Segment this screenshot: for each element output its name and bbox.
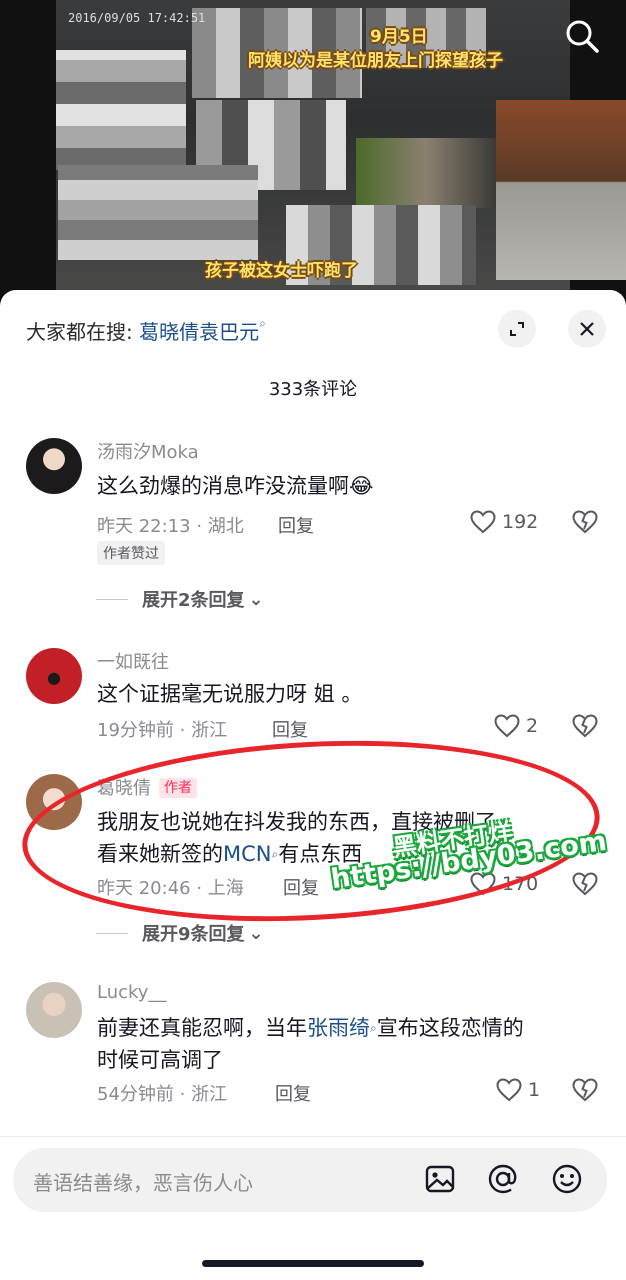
divider [0, 1136, 626, 1137]
avatar[interactable] [26, 438, 82, 494]
heart-icon [494, 714, 520, 738]
video-caption-top: 阿姨以为是某位朋友上门探望孩子 [248, 51, 503, 71]
dislike-icon[interactable] [572, 1078, 598, 1102]
person-link[interactable]: 张雨绮 [307, 1016, 370, 1040]
avatar[interactable] [26, 982, 82, 1038]
close-button[interactable] [568, 310, 606, 348]
expand-replies-label: 展开2条回复 [142, 590, 245, 611]
video-caption-date: 9月5日 [370, 27, 428, 47]
reply-button[interactable]: 回复 [275, 1080, 311, 1106]
hot-search-label: 大家都在搜: [26, 320, 133, 344]
divider-line [96, 932, 128, 934]
home-indicator[interactable] [202, 1260, 424, 1267]
comment-text-line2: 时候可高调了 [97, 1048, 223, 1072]
red-circle-annotation [17, 726, 605, 936]
video-scene-center [356, 138, 496, 208]
like-button[interactable]: 2 [494, 714, 538, 738]
video-timestamp: 2016/09/05 17:42:51 [68, 11, 206, 25]
video-caption-bottom: 孩子被这女士吓跑了 [205, 261, 358, 281]
expand-icon [510, 322, 524, 336]
text-segment: 宣布这段恋情的 [376, 1016, 524, 1040]
reply-button[interactable]: 回复 [272, 716, 308, 742]
mosaic-block [56, 50, 186, 170]
expand-replies-label: 展开9条回复 [142, 924, 245, 945]
comment-sheet: 大家都在搜: 葛晓倩袁巴元⌕ 333条评论 汤雨汐Moka 这么劲爆的消息咋没流… [0, 290, 626, 1280]
emoji-icon[interactable] [550, 1162, 584, 1196]
image-icon[interactable] [423, 1162, 457, 1196]
search-mini-icon: ⌕ [259, 316, 266, 330]
avatar[interactable] [26, 648, 82, 704]
chevron-down-icon: ⌄ [248, 588, 264, 610]
search-icon[interactable] [562, 16, 602, 56]
expand-button[interactable] [498, 310, 536, 348]
comment-text: 这么劲爆的消息咋没流量啊😂 [97, 474, 374, 498]
hot-search-bar[interactable]: 大家都在搜: 葛晓倩袁巴元⌕ [26, 316, 266, 345]
comment-meta: 19分钟前 · 浙江 [97, 720, 228, 741]
mosaic-block [58, 165, 258, 260]
expand-replies-button[interactable]: 展开9条回复 ⌄ [96, 920, 264, 946]
heart-icon [496, 1078, 522, 1102]
chevron-down-icon: ⌄ [248, 922, 264, 944]
comment-username[interactable]: Lucky__ [97, 982, 166, 1003]
comment-text: 这个证据毫无说服力呀 姐 。 [97, 682, 363, 706]
hot-search-keyword[interactable]: 葛晓倩袁巴元 [139, 320, 259, 344]
comment-input[interactable]: 善语结善缘，恶言伤人心 [13, 1148, 607, 1212]
author-liked-badge: 作者赞过 [97, 541, 165, 565]
expand-replies-button[interactable]: 展开2条回复 ⌄ [96, 586, 264, 612]
like-count: 192 [502, 511, 539, 533]
dislike-icon[interactable] [572, 714, 598, 738]
dislike-icon[interactable] [572, 872, 598, 896]
comment-username[interactable]: 汤雨汐Moka [97, 438, 199, 464]
at-icon[interactable] [486, 1162, 520, 1196]
comment-meta: 54分钟前 · 浙江 [97, 1084, 228, 1105]
text-segment: 前妻还真能忍啊，当年 [97, 1016, 307, 1040]
close-icon [580, 322, 594, 336]
comment-input-placeholder: 善语结善缘，恶言伤人心 [33, 1171, 253, 1195]
dislike-icon[interactable] [572, 510, 598, 534]
reply-button[interactable]: 回复 [278, 512, 314, 538]
like-count: 2 [526, 715, 539, 737]
search-mini-icon: ⌕ [370, 1021, 377, 1035]
video-scene [496, 100, 626, 280]
like-button[interactable]: 192 [470, 510, 538, 534]
comment-text-line1: 前妻还真能忍啊，当年张雨绮⌕宣布这段恋情的 [97, 1012, 524, 1044]
like-button[interactable]: 1 [496, 1078, 540, 1102]
comment-meta: 昨天 22:13 · 湖北 [97, 516, 244, 537]
comment-text: 前妻还真能忍啊，当年张雨绮⌕宣布这段恋情的 时候可高调了 [97, 1012, 524, 1076]
heart-icon [470, 510, 496, 534]
video-frame [56, 0, 626, 300]
comment-count: 333条评论 [268, 379, 358, 400]
like-count: 1 [528, 1079, 541, 1101]
comment-username[interactable]: 一如既往 [97, 648, 169, 674]
divider-line [96, 598, 128, 600]
video-player[interactable]: 2016/09/05 17:42:51 9月5日 阿姨以为是某位朋友上门探望孩子… [0, 0, 626, 300]
